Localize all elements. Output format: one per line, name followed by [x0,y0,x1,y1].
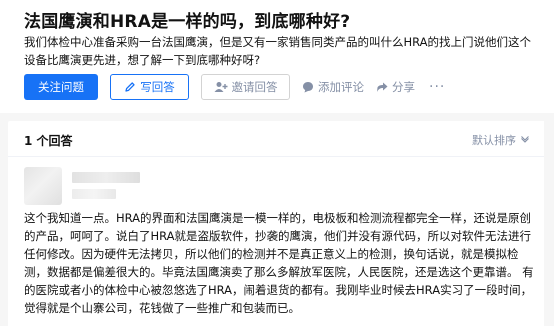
answers-card: 1 个回答 默认排序 这个我知道一点。HRA的界面和法国鹰演是一模一样的，电极板… [8,121,546,326]
sort-dropdown[interactable]: 默认排序 [472,132,530,148]
pencil-icon [125,82,135,92]
follow-question-button[interactable]: 关注问题 [24,74,98,100]
author-name-blurred[interactable] [72,172,140,183]
sort-label: 默认排序 [472,134,516,147]
answer-count: 1 个回答 [24,134,73,148]
question-title: 法国鹰演和HRA是一样的吗，到底哪种好? [24,12,351,32]
question-actions: 关注问题 写回答 邀请回答 添加评论 分享 ··· [24,74,445,100]
right-gutter [544,121,554,326]
author-bio-blurred [72,189,116,199]
share-button[interactable]: 分享 [376,79,415,95]
chevron-down-icon [521,136,529,143]
add-comment-label: 添加评论 [318,80,364,94]
write-answer-button[interactable]: 写回答 [110,74,189,100]
invite-answer-button[interactable]: 邀请回答 [201,74,290,100]
question-description: 我们体检中心准备采购一台法国鹰演，但是又有一家销售同类产品的叫什么HRA的找上门… [24,35,532,67]
invite-answer-label: 邀请回答 [231,80,278,94]
answer-content: 这个我知道一点。HRA的界面和法国鹰演是一模一样的，电极板和检测流程都完全一样，… [24,211,534,315]
write-answer-label: 写回答 [140,80,175,94]
answer-author [24,167,244,211]
follow-question-label: 关注问题 [38,80,84,94]
avatar[interactable] [24,167,62,205]
more-options-button[interactable]: ··· [429,79,445,95]
question-header: 法国鹰演和HRA是一样的吗，到底哪种好? 我们体检中心准备采购一台法国鹰演，但是… [0,0,554,113]
add-comment-button[interactable]: 添加评论 [302,79,364,95]
comment-icon [303,82,313,93]
answers-header: 1 个回答 默认排序 [8,121,546,157]
share-label: 分享 [392,80,415,94]
add-user-icon [214,82,227,92]
share-icon [377,82,388,92]
